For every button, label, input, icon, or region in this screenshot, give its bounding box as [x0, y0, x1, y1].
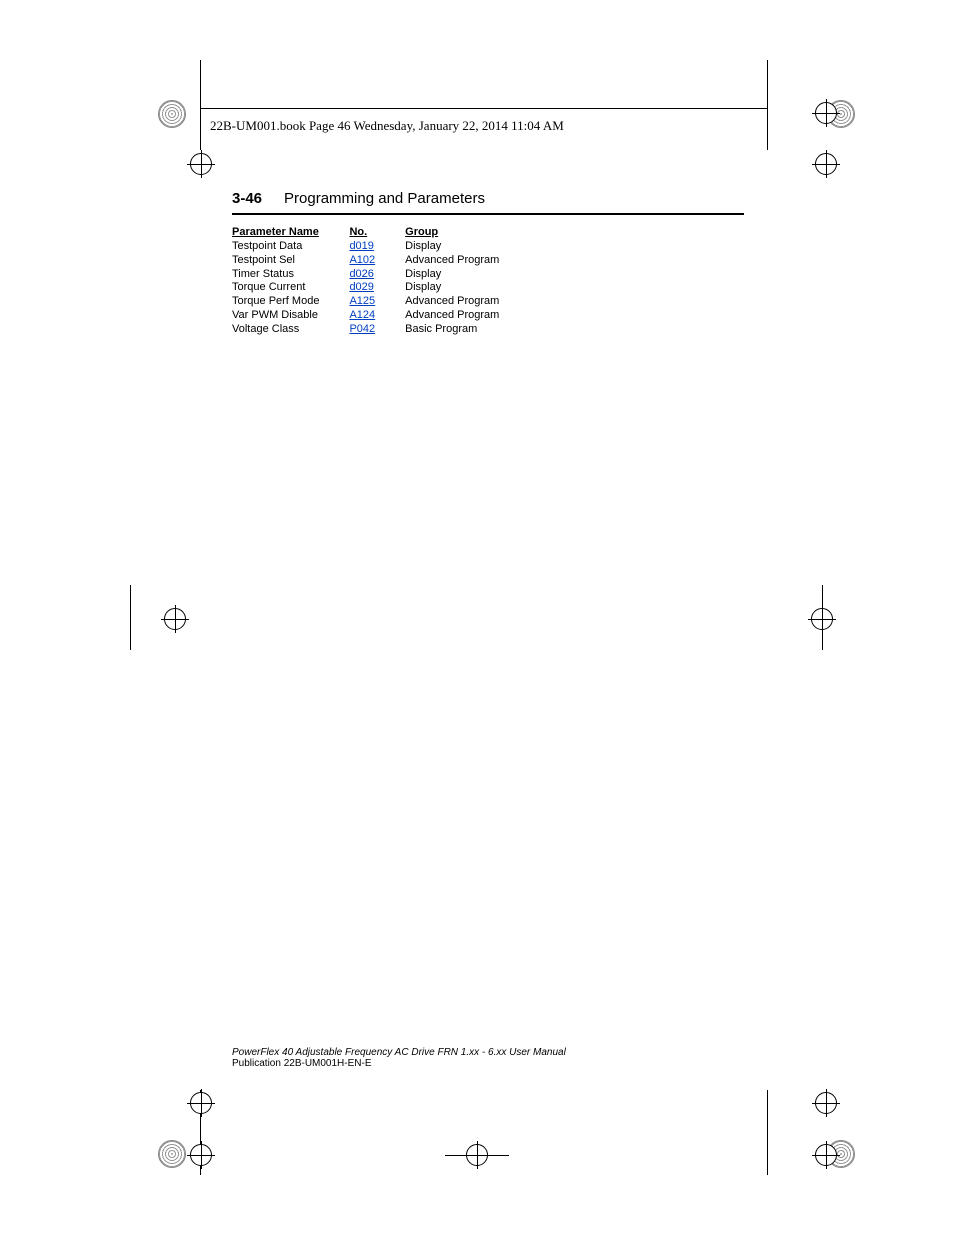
param-group: Advanced Program	[405, 254, 529, 268]
table-row: Var PWM Disable A124 Advanced Program	[232, 309, 529, 323]
param-number-link[interactable]: A102	[349, 254, 405, 268]
registration-mark-icon	[190, 153, 212, 175]
param-group: Advanced Program	[405, 309, 529, 323]
col-header-group: Group	[405, 226, 529, 240]
registration-mark-icon	[466, 1144, 488, 1166]
parameter-index-table: Parameter Name No. Group Testpoint Data …	[232, 226, 529, 336]
table-header-row: Parameter Name No. Group	[232, 226, 529, 240]
param-number-link[interactable]: P042	[349, 323, 405, 337]
param-number-link[interactable]: A125	[349, 295, 405, 309]
registration-mark-icon	[815, 1144, 837, 1166]
param-group: Display	[405, 268, 529, 282]
param-group: Display	[405, 240, 529, 254]
registration-mark-icon	[815, 102, 837, 124]
chapter-title: Programming and Parameters	[284, 190, 485, 207]
table-row: Torque Current d029 Display	[232, 281, 529, 295]
page-header: 3-46 Programming and Parameters	[232, 190, 744, 215]
publication-id: Publication 22B-UM001H-EN-E	[232, 1058, 566, 1069]
param-name: Var PWM Disable	[232, 309, 349, 323]
crop-line	[200, 108, 767, 109]
registration-mark-icon	[815, 1092, 837, 1114]
registration-mark-icon	[190, 1092, 212, 1114]
param-name: Torque Perf Mode	[232, 295, 349, 309]
table-row: Voltage Class P042 Basic Program	[232, 323, 529, 337]
crop-line	[767, 60, 768, 150]
book-running-head: 22B-UM001.book Page 46 Wednesday, Januar…	[210, 118, 564, 134]
param-name: Testpoint Sel	[232, 254, 349, 268]
param-group: Display	[405, 281, 529, 295]
table-row: Torque Perf Mode A125 Advanced Program	[232, 295, 529, 309]
table-row: Testpoint Sel A102 Advanced Program	[232, 254, 529, 268]
registration-mark-icon	[190, 1144, 212, 1166]
param-number-link[interactable]: A124	[349, 309, 405, 323]
page-footer: PowerFlex 40 Adjustable Frequency AC Dri…	[232, 1047, 566, 1069]
param-name: Torque Current	[232, 281, 349, 295]
crop-ornament-bl	[158, 1140, 186, 1168]
table-row: Testpoint Data d019 Display	[232, 240, 529, 254]
crop-ornament-tl	[158, 100, 186, 128]
param-number-link[interactable]: d029	[349, 281, 405, 295]
manual-title: PowerFlex 40 Adjustable Frequency AC Dri…	[232, 1047, 566, 1058]
param-name: Voltage Class	[232, 323, 349, 337]
param-group: Basic Program	[405, 323, 529, 337]
param-number-link[interactable]: d026	[349, 268, 405, 282]
param-number-link[interactable]: d019	[349, 240, 405, 254]
registration-mark-icon	[164, 608, 186, 630]
col-header-name: Parameter Name	[232, 226, 349, 240]
crop-line	[767, 1090, 768, 1175]
param-name: Testpoint Data	[232, 240, 349, 254]
crop-line	[200, 60, 201, 150]
registration-mark-icon	[811, 608, 833, 630]
table-row: Timer Status d026 Display	[232, 268, 529, 282]
param-name: Timer Status	[232, 268, 349, 282]
col-header-no: No.	[349, 226, 405, 240]
crop-line	[130, 585, 131, 650]
page-number: 3-46	[232, 190, 262, 207]
param-group: Advanced Program	[405, 295, 529, 309]
registration-mark-icon	[815, 153, 837, 175]
